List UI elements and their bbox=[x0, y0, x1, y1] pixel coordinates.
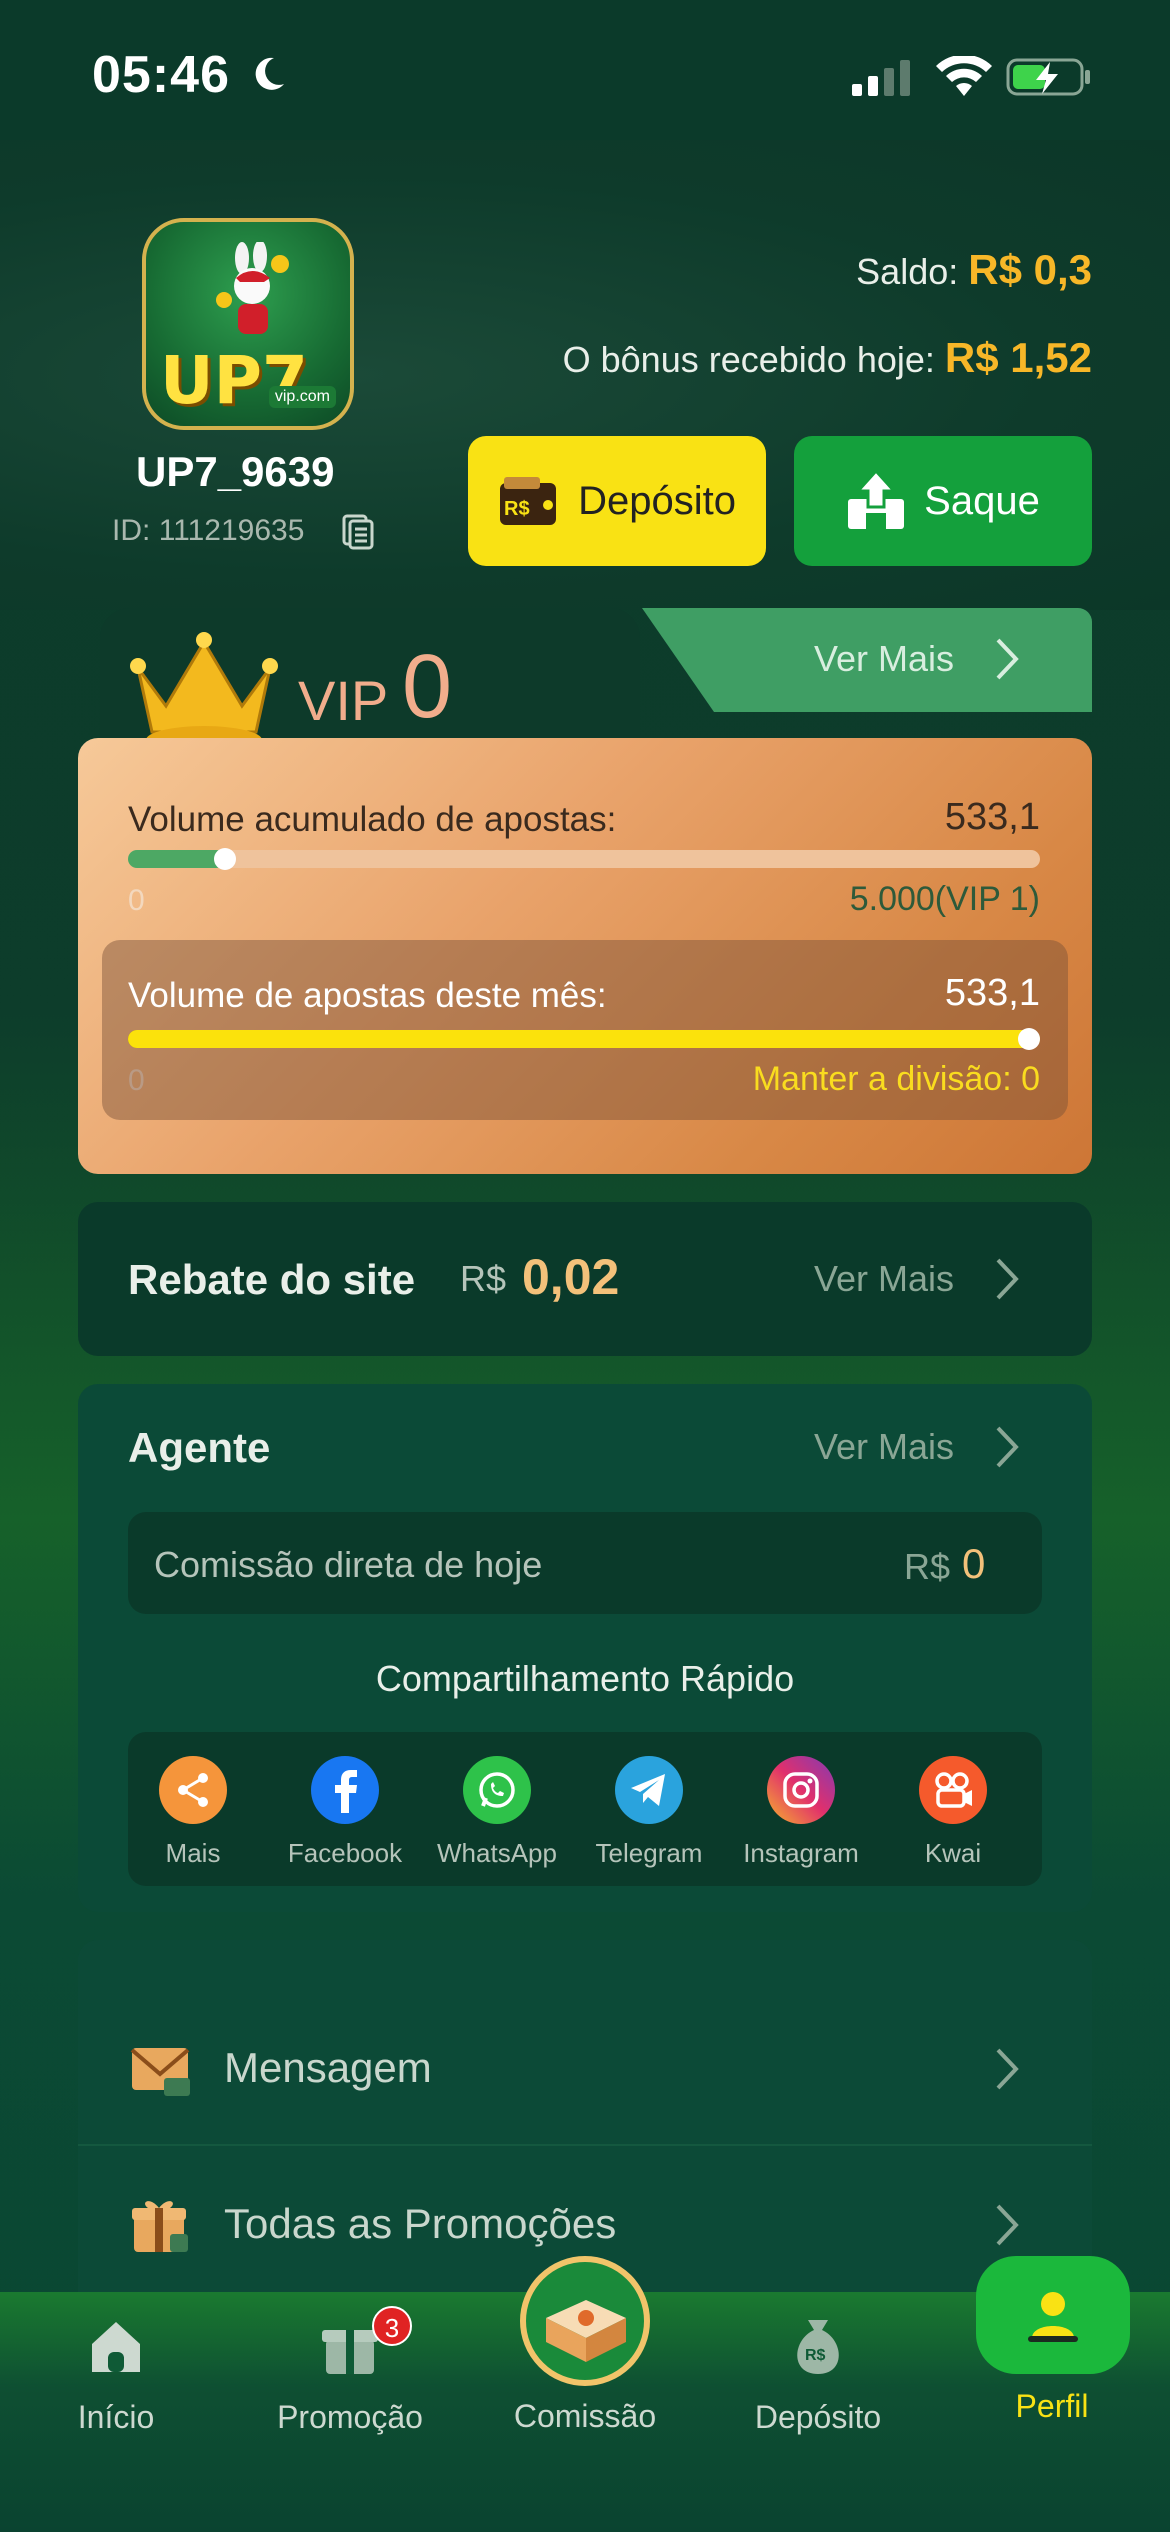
share-more-button[interactable]: Mais bbox=[118, 1756, 268, 1869]
total-bets-min: 0 bbox=[128, 884, 145, 917]
deposit-button[interactable]: R$ Depósito bbox=[468, 436, 766, 566]
envelope-icon bbox=[130, 2048, 190, 2096]
balance-row: Saldo: R$ 0,3 bbox=[856, 246, 1092, 294]
bunny-mascot-icon bbox=[216, 242, 289, 334]
nav-item-label: Promoção bbox=[277, 2399, 423, 2435]
vip-level: 0 bbox=[402, 637, 453, 737]
whatsapp-icon bbox=[463, 1756, 531, 1824]
chevron-right-icon[interactable] bbox=[992, 636, 1022, 682]
nav-item-label: Início bbox=[77, 2399, 155, 2435]
share-item-label: Kwai bbox=[924, 1838, 982, 1868]
vip-label: VIP bbox=[298, 669, 389, 732]
vip-more-label[interactable]: Ver Mais bbox=[814, 638, 954, 680]
chevron-right-icon bbox=[996, 2048, 1019, 2090]
share-item-label: Facebook bbox=[287, 1838, 403, 1868]
moon-icon bbox=[255, 57, 284, 90]
share-item-label: Mais bbox=[165, 1838, 221, 1868]
month-bets-progress-fill bbox=[128, 1030, 1040, 1048]
home-icon bbox=[92, 2322, 140, 2372]
rebate-currency: R$ bbox=[460, 1258, 507, 1299]
nav-item-promocao[interactable]: Promoção bbox=[250, 2314, 450, 2436]
total-bets-progress-fill bbox=[128, 850, 226, 868]
deposit-label: Depósito bbox=[578, 478, 736, 523]
gift-icon bbox=[132, 2201, 188, 2252]
user-id: ID: 111219635 bbox=[112, 514, 304, 548]
share-whatsapp-button[interactable]: WhatsApp bbox=[422, 1756, 572, 1869]
balance-label: Saldo: bbox=[856, 251, 959, 292]
total-bets-progress-knob bbox=[214, 848, 237, 870]
month-bets-progress-bar bbox=[128, 1028, 1040, 1050]
month-bets-progress-knob bbox=[1018, 1028, 1040, 1050]
share-icon bbox=[159, 1756, 227, 1824]
menu-item-label: Todas as Promoções bbox=[224, 2200, 617, 2247]
commission-label: Comissão direta de hoje bbox=[154, 1544, 543, 1585]
menu-item-mensagem[interactable]: Mensagem bbox=[78, 1994, 1092, 2144]
nav-item-deposito[interactable]: R$ Depósito bbox=[718, 2314, 918, 2436]
telegram-icon bbox=[615, 1756, 683, 1824]
month-bets-label: Volume de apostas deste mês: bbox=[128, 976, 607, 1015]
user-id-value: 111219635 bbox=[158, 514, 305, 547]
nav-item-comissao-button[interactable] bbox=[520, 2256, 650, 2386]
share-kwai-button[interactable]: Kwai bbox=[878, 1756, 1028, 1869]
money-box-icon bbox=[546, 2300, 626, 2362]
withdraw-icon bbox=[848, 471, 905, 529]
wifi-icon bbox=[936, 56, 992, 96]
share-instagram-button[interactable]: Instagram bbox=[726, 1756, 876, 1869]
notification-badge: 3 bbox=[372, 2306, 412, 2346]
username: UP7_9639 bbox=[136, 448, 335, 495]
nav-item-label[interactable]: Perfil bbox=[952, 2388, 1152, 2425]
kwai-icon bbox=[919, 1756, 987, 1824]
battery-icon bbox=[1006, 58, 1090, 96]
share-item-label: WhatsApp bbox=[437, 1838, 557, 1868]
withdraw-button[interactable]: Saque bbox=[794, 436, 1092, 566]
menu-item-label: Mensagem bbox=[224, 2044, 432, 2091]
svg-text:R$: R$ bbox=[805, 2347, 826, 2364]
avatar-site: vip.com bbox=[268, 386, 336, 408]
total-bets-value: 533,1 bbox=[944, 796, 1040, 838]
nav-item-perfil-button[interactable] bbox=[976, 2256, 1130, 2374]
total-bets-label: Volume acumulado de apostas: bbox=[128, 800, 617, 839]
chevron-right-icon bbox=[996, 2204, 1019, 2246]
total-bets-target: 5.000(VIP 1) bbox=[849, 880, 1040, 918]
commission-currency: R$ bbox=[904, 1546, 951, 1587]
wallet-icon: R$ bbox=[500, 477, 557, 525]
menu-divider bbox=[78, 2144, 1092, 2146]
rebate-value: 0,02 bbox=[522, 1249, 620, 1305]
share-facebook-button[interactable]: Facebook bbox=[270, 1756, 420, 1869]
bonus-row: O bônus recebido hoje: R$ 1,52 bbox=[563, 334, 1092, 382]
chevron-right-icon[interactable] bbox=[992, 1256, 1022, 1302]
bonus-label: O bônus recebido hoje: bbox=[562, 339, 935, 380]
chevron-right-icon[interactable] bbox=[992, 1424, 1022, 1470]
total-bets-progress-bar bbox=[128, 848, 1040, 870]
share-title: Compartilhamento Rápido bbox=[375, 1658, 795, 1699]
balance-value: R$ 0,3 bbox=[968, 246, 1092, 293]
instagram-icon bbox=[767, 1756, 835, 1824]
wallet-icon-text: R$ bbox=[504, 498, 530, 520]
withdraw-label: Saque bbox=[924, 478, 1040, 523]
share-item-label: Telegram bbox=[595, 1838, 703, 1868]
money-bag-icon: R$ bbox=[797, 2320, 839, 2374]
share-telegram-button[interactable]: Telegram bbox=[574, 1756, 724, 1869]
month-bets-keep: Manter a divisão: 0 bbox=[752, 1060, 1040, 1098]
user-icon bbox=[1028, 2292, 1078, 2342]
nav-item-inicio[interactable]: Início bbox=[16, 2314, 216, 2436]
copy-icon[interactable] bbox=[342, 514, 374, 550]
nav-item-label: Depósito bbox=[754, 2399, 882, 2435]
nav-item-label[interactable]: Comissão bbox=[460, 2398, 710, 2435]
user-id-label: ID: bbox=[112, 514, 151, 547]
agent-more-label[interactable]: Ver Mais bbox=[814, 1426, 954, 1468]
agent-title: Agente bbox=[128, 1424, 271, 1471]
signal-icon bbox=[852, 60, 910, 96]
share-item-label: Instagram bbox=[743, 1838, 859, 1868]
month-bets-min: 0 bbox=[128, 1064, 145, 1097]
rebate-more-label[interactable]: Ver Mais bbox=[814, 1258, 954, 1300]
month-bets-value: 533,1 bbox=[944, 972, 1040, 1014]
status-time: 05:46 bbox=[92, 46, 230, 104]
avatar[interactable]: UP7 vip.com bbox=[142, 218, 354, 430]
status-bar: 05:46 bbox=[0, 0, 1170, 140]
bonus-value: R$ 1,52 bbox=[944, 334, 1092, 381]
facebook-icon bbox=[311, 1756, 379, 1824]
rebate-title: Rebate do site bbox=[128, 1256, 416, 1303]
commission-value: 0 bbox=[962, 1540, 986, 1587]
